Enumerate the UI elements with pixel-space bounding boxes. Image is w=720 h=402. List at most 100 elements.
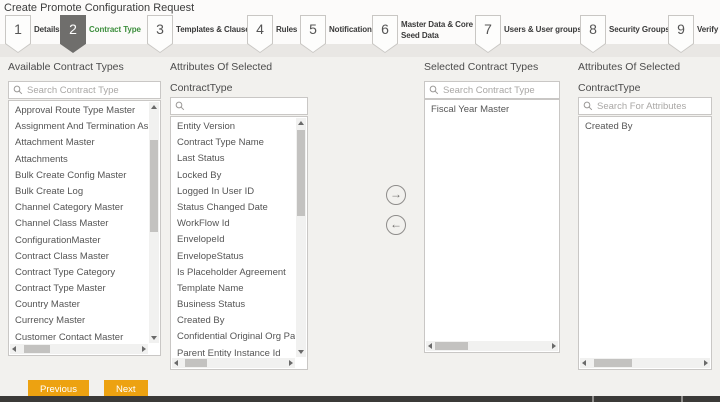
step-1-chevron[interactable]: 1 xyxy=(5,15,31,53)
bottom-bar xyxy=(0,396,720,402)
list-item[interactable]: Country Master xyxy=(9,297,148,313)
step-label: Details xyxy=(34,25,60,34)
list-item[interactable]: Customer Contact Master xyxy=(9,330,148,343)
attributes-right-header-line2: ContractType xyxy=(578,82,640,94)
list-item[interactable]: Attachments xyxy=(9,152,148,168)
attributes-left-header-line2: ContractType xyxy=(170,82,232,94)
list-item[interactable]: Contract Class Master xyxy=(9,249,148,265)
attributes-left-search-input[interactable] xyxy=(189,101,303,112)
step-contract-type: 2 Contract Type xyxy=(60,15,86,53)
list-item[interactable]: Bulk Create Config Master xyxy=(9,168,148,184)
search-icon xyxy=(13,85,23,95)
step-7-chevron[interactable]: 7 xyxy=(475,15,501,53)
move-right-button[interactable]: → xyxy=(386,185,406,205)
scroll-down-icon[interactable] xyxy=(298,350,304,354)
horizontal-scroll-thumb[interactable] xyxy=(594,359,632,367)
list-item[interactable]: Confidential Original Org Path Id xyxy=(171,329,295,345)
list-item[interactable]: Business Status xyxy=(171,297,295,313)
step-4-chevron[interactable]: 4 xyxy=(247,15,273,53)
selected-contract-types-header: Selected Contract Types xyxy=(424,61,538,73)
horizontal-scrollbar[interactable] xyxy=(10,344,148,354)
list-item[interactable]: Approval Route Type Master xyxy=(9,103,148,119)
attributes-right-search-input[interactable] xyxy=(597,101,707,112)
horizontal-scrollbar[interactable] xyxy=(426,341,558,351)
list-item[interactable]: Locked By xyxy=(171,168,295,184)
bottom-bar-separator xyxy=(592,396,594,402)
scroll-right-icon[interactable] xyxy=(289,360,293,366)
attributes-left-search-box xyxy=(170,97,308,115)
attributes-left-list: Entity Version Contract Type Name Last S… xyxy=(170,116,308,370)
attributes-right-header-line1: Attributes Of Selected xyxy=(578,61,680,73)
available-search-input[interactable] xyxy=(27,85,156,96)
list-item[interactable]: Logged In User ID xyxy=(171,184,295,200)
step-rules: 4 Rules xyxy=(247,15,273,53)
scroll-left-icon[interactable] xyxy=(174,360,178,366)
scroll-right-icon[interactable] xyxy=(552,343,556,349)
horizontal-scroll-thumb[interactable] xyxy=(24,345,50,353)
list-item[interactable]: ConfigurationMaster xyxy=(9,233,148,249)
vertical-scroll-thumb[interactable] xyxy=(297,130,305,216)
list-item[interactable]: Assignment And Termination Assoc xyxy=(9,119,148,135)
step-5-chevron[interactable]: 5 xyxy=(300,15,326,53)
horizontal-scroll-thumb[interactable] xyxy=(435,342,468,350)
step-number: 5 xyxy=(300,15,326,43)
list-item[interactable]: Status Changed Date xyxy=(171,200,295,216)
list-item[interactable]: Is Placeholder Agreement xyxy=(171,265,295,281)
step-9-chevron[interactable]: 9 xyxy=(668,15,694,53)
available-contract-types-header: Available Contract Types xyxy=(8,61,124,73)
list-item[interactable]: Contract Type Name xyxy=(171,135,295,151)
page-title: Create Promote Configuration Request xyxy=(4,2,194,14)
selected-search-input[interactable] xyxy=(443,85,555,96)
step-number: 3 xyxy=(147,15,173,43)
scroll-right-icon[interactable] xyxy=(704,360,708,366)
list-item[interactable]: Channel Class Master xyxy=(9,216,148,232)
list-item[interactable]: Attachment Master xyxy=(9,135,148,151)
list-item[interactable]: Channel Category Master xyxy=(9,200,148,216)
step-templates-clauses: 3 Templates & Clauses xyxy=(147,15,173,53)
step-notifications: 5 Notifications xyxy=(300,15,326,53)
step-6-chevron[interactable]: 6 xyxy=(372,15,398,53)
scroll-up-icon[interactable] xyxy=(151,105,157,109)
selected-contract-types-list: Fiscal Year Master xyxy=(424,99,560,353)
list-item[interactable]: Currency Master xyxy=(9,313,148,329)
list-item[interactable]: Created By xyxy=(579,119,709,135)
list-item[interactable]: Parent Entity Instance Id xyxy=(171,346,295,357)
move-left-button[interactable]: ← xyxy=(386,215,406,235)
list-item[interactable]: Bulk Create Log xyxy=(9,184,148,200)
vertical-scroll-thumb[interactable] xyxy=(150,140,158,232)
step-label: Templates & Clauses xyxy=(176,25,254,34)
step-number: 4 xyxy=(247,15,273,43)
step-label: Users & User groups xyxy=(504,25,582,34)
horizontal-scroll-thumb[interactable] xyxy=(185,359,207,367)
list-item[interactable]: EnvelopeStatus xyxy=(171,249,295,265)
step-3-chevron[interactable]: 3 xyxy=(147,15,173,53)
step-number: 8 xyxy=(580,15,606,43)
step-2-chevron[interactable]: 2 xyxy=(60,15,86,53)
scroll-right-icon[interactable] xyxy=(142,346,146,352)
list-item[interactable]: Contract Type Category xyxy=(9,265,148,281)
horizontal-scrollbar[interactable] xyxy=(172,358,295,368)
scroll-up-icon[interactable] xyxy=(298,121,304,125)
scroll-left-icon[interactable] xyxy=(582,360,586,366)
list-item[interactable]: Template Name xyxy=(171,281,295,297)
stepper-band xyxy=(0,44,720,57)
step-label: Notifications xyxy=(329,25,376,34)
horizontal-scrollbar[interactable] xyxy=(580,358,710,368)
arrow-left-icon: ← xyxy=(390,217,402,231)
vertical-scrollbar[interactable] xyxy=(296,118,306,357)
list-item[interactable]: Last Status xyxy=(171,151,295,167)
scroll-down-icon[interactable] xyxy=(151,336,157,340)
step-number: 7 xyxy=(475,15,501,43)
list-item[interactable]: WorkFlow Id xyxy=(171,216,295,232)
scroll-left-icon[interactable] xyxy=(428,343,432,349)
list-item[interactable]: Fiscal Year Master xyxy=(425,102,557,118)
step-8-chevron[interactable]: 8 xyxy=(580,15,606,53)
search-icon xyxy=(583,101,593,111)
list-item[interactable]: Created By xyxy=(171,313,295,329)
list-item[interactable]: Contract Type Master xyxy=(9,281,148,297)
attributes-left-header-line1: Attributes Of Selected xyxy=(170,61,272,73)
list-item[interactable]: EnvelopeId xyxy=(171,232,295,248)
list-item[interactable]: Entity Version xyxy=(171,119,295,135)
vertical-scrollbar[interactable] xyxy=(149,102,159,343)
scroll-left-icon[interactable] xyxy=(12,346,16,352)
